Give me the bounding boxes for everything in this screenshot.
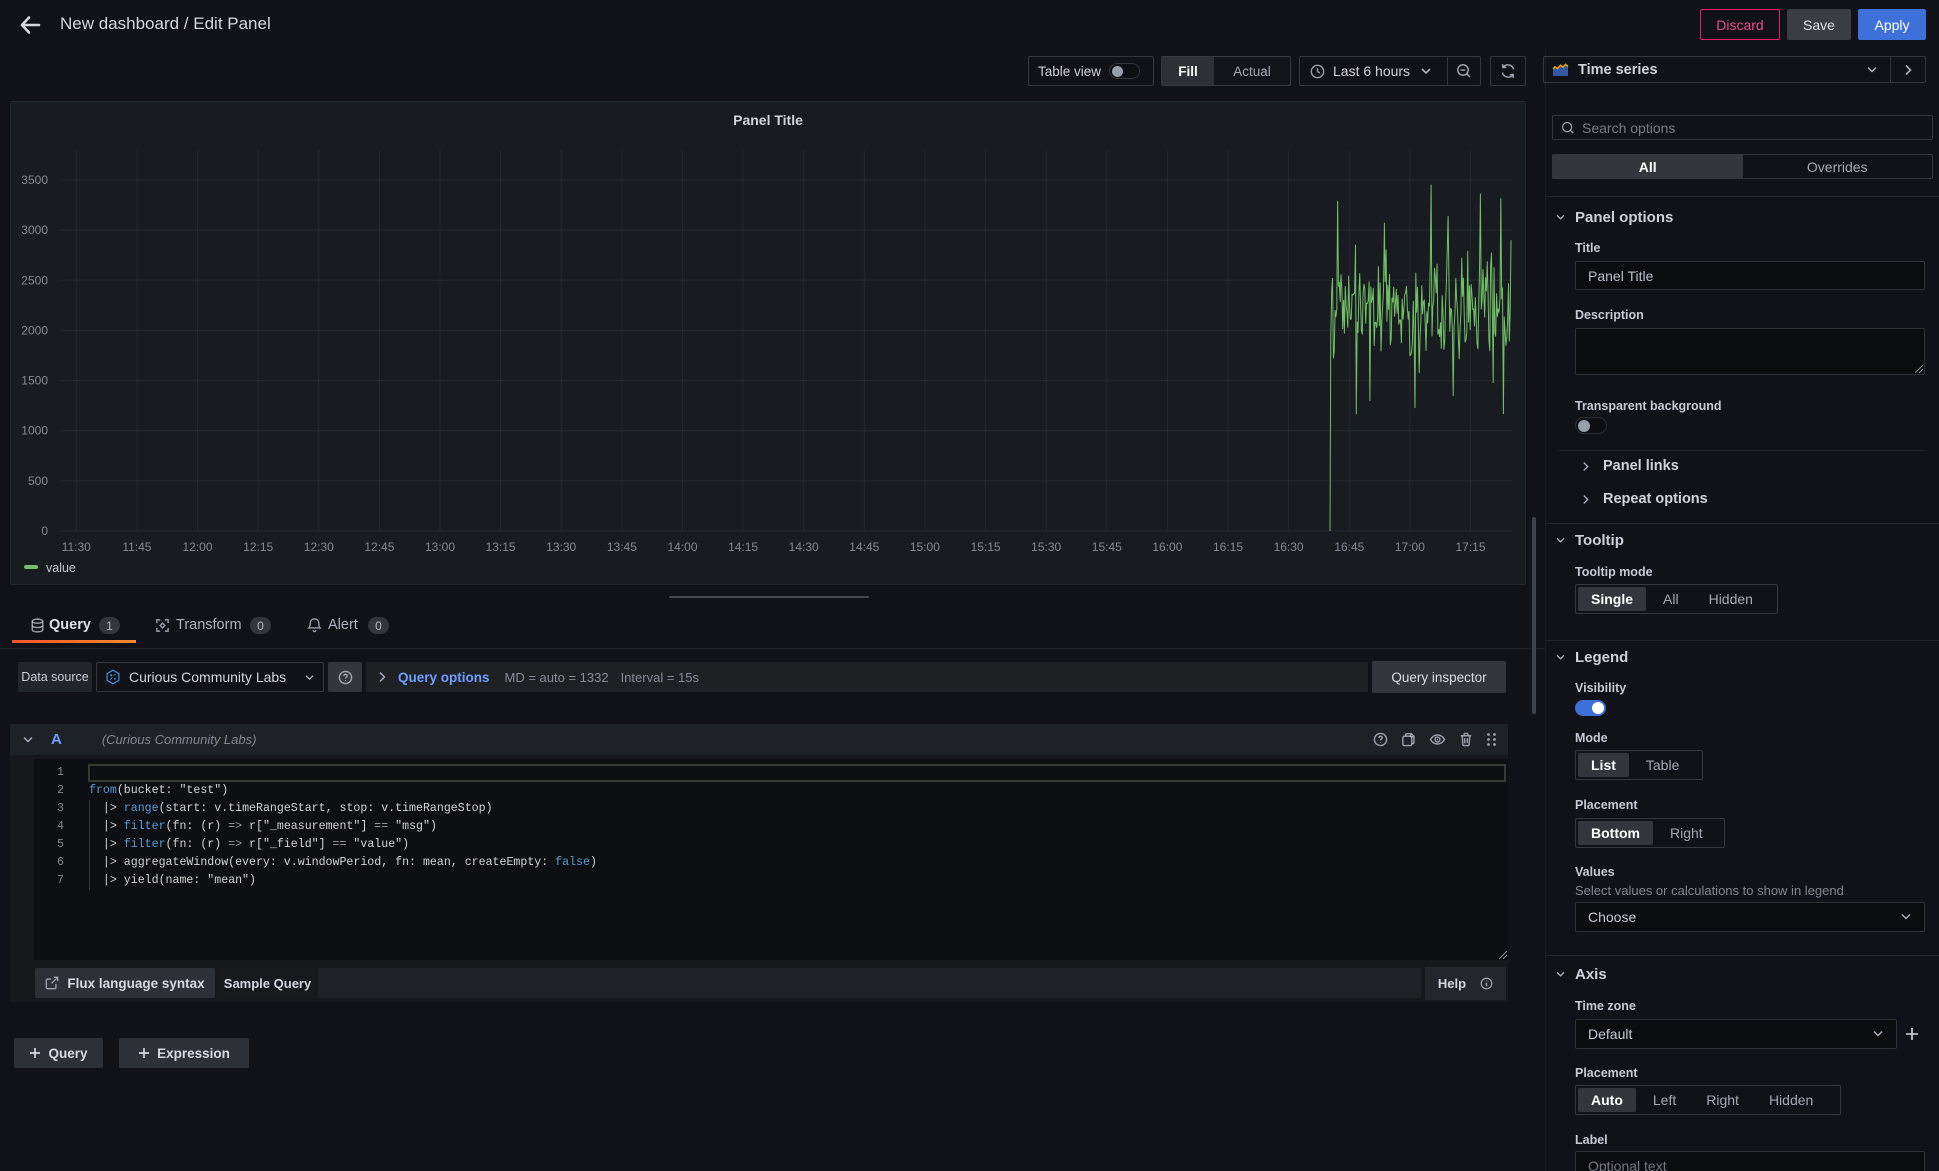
svg-text:1500: 1500 (21, 374, 48, 388)
svg-text:16:30: 16:30 (1274, 540, 1304, 554)
svg-text:13:00: 13:00 (425, 540, 455, 554)
svg-text:11:30: 11:30 (62, 540, 91, 554)
svg-text:1000: 1000 (21, 424, 48, 438)
svg-text:16:15: 16:15 (1213, 540, 1243, 554)
svg-text:2000: 2000 (21, 323, 48, 337)
svg-text:3000: 3000 (21, 223, 48, 237)
svg-text:17:00: 17:00 (1395, 540, 1425, 554)
svg-text:17:15: 17:15 (1455, 540, 1485, 554)
svg-text:0: 0 (41, 524, 48, 538)
svg-text:12:15: 12:15 (243, 540, 273, 554)
svg-text:3500: 3500 (21, 173, 48, 187)
svg-text:12:45: 12:45 (364, 540, 394, 554)
svg-text:16:00: 16:00 (1152, 540, 1182, 554)
svg-text:15:00: 15:00 (910, 540, 940, 554)
svg-text:14:15: 14:15 (728, 540, 758, 554)
svg-text:14:45: 14:45 (849, 540, 879, 554)
svg-text:15:45: 15:45 (1092, 540, 1122, 554)
svg-text:12:30: 12:30 (304, 540, 334, 554)
svg-text:value: value (46, 561, 76, 575)
svg-text:15:30: 15:30 (1031, 540, 1061, 554)
svg-text:14:30: 14:30 (789, 540, 819, 554)
svg-text:13:30: 13:30 (546, 540, 576, 554)
svg-text:15:15: 15:15 (971, 540, 1001, 554)
svg-text:2500: 2500 (21, 273, 48, 287)
svg-text:12:00: 12:00 (182, 540, 212, 554)
svg-text:13:45: 13:45 (607, 540, 637, 554)
svg-text:500: 500 (28, 474, 48, 488)
svg-text:13:15: 13:15 (486, 540, 516, 554)
svg-text:11:45: 11:45 (122, 540, 151, 554)
svg-text:14:00: 14:00 (667, 540, 697, 554)
svg-text:16:45: 16:45 (1334, 540, 1364, 554)
